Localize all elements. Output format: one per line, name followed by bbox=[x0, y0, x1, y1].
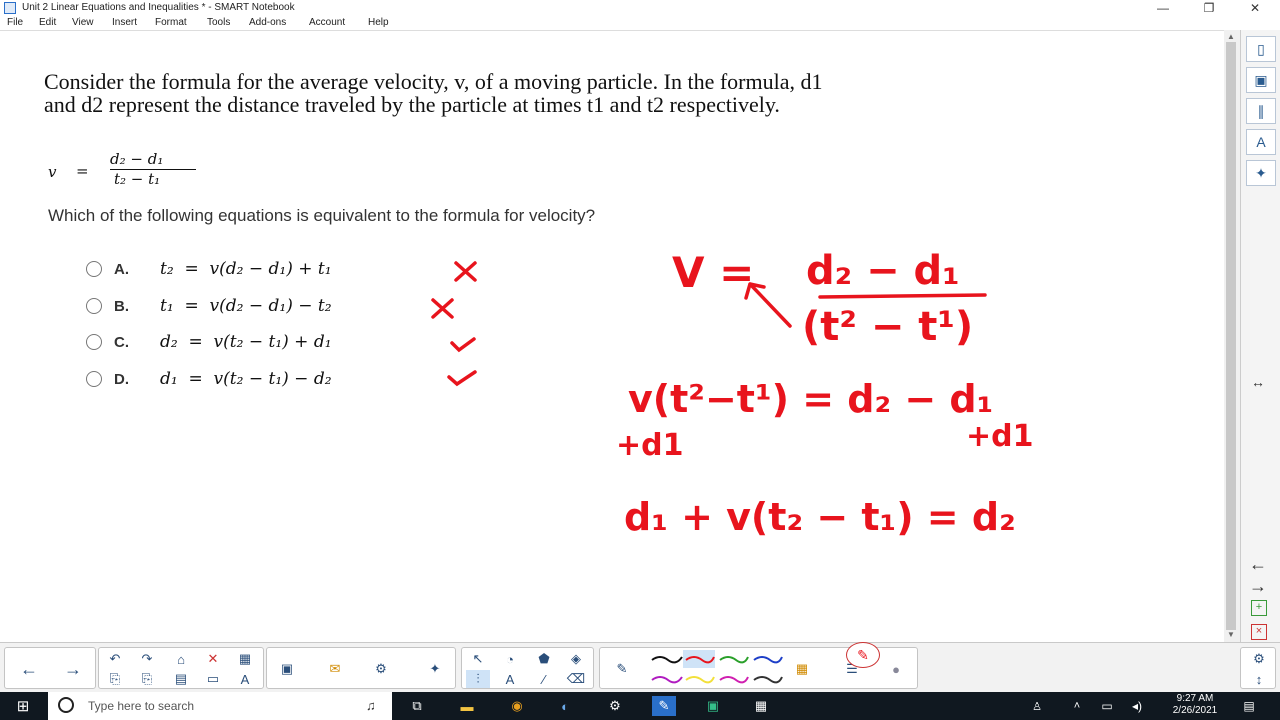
toolbar-settings-group: ⚙ ↕ bbox=[1240, 647, 1276, 689]
addons-icon[interactable]: ✦ bbox=[1246, 160, 1276, 186]
edit-group: ↶ ↷ ⌂ ✕ ▦ ⎘ ⎘ ▤ ▭ A bbox=[98, 647, 264, 689]
select-icon[interactable]: ↖ bbox=[466, 650, 490, 668]
ink-line-3: d₁ + v(t₂ − t₁) = d₂ bbox=[624, 495, 1016, 539]
eraser-icon[interactable]: ⌫ bbox=[564, 670, 588, 688]
magic-pen-icon[interactable]: ✎ bbox=[846, 642, 880, 668]
add-page-icon[interactable]: ⎘ bbox=[103, 670, 127, 688]
windows-taskbar: ⊞ Type here to search ♫ ⧉ ▬ ◉ ◐ ⚙ ✎ ▣ ▦ … bbox=[0, 692, 1280, 720]
ink-add-right: +d1 bbox=[966, 419, 1034, 454]
toolbar-position-icon[interactable]: ↕ bbox=[1247, 670, 1271, 688]
clock-time: 9:27 AM bbox=[1176, 693, 1214, 704]
x-mark-icon bbox=[454, 261, 477, 282]
pen-color-swatches[interactable] bbox=[648, 648, 808, 688]
search-placeholder: Type here to search bbox=[88, 699, 195, 713]
network-icon[interactable]: ▭ bbox=[1096, 696, 1118, 716]
people-icon[interactable]: ♙ bbox=[1026, 696, 1048, 716]
taskbar-search[interactable]: Type here to search ♫ bbox=[48, 692, 392, 720]
page-sorter-icon[interactable]: ▯ bbox=[1246, 36, 1276, 62]
paint-bucket-icon[interactable]: ◈ bbox=[564, 650, 588, 668]
gallery-icon[interactable]: ▣ bbox=[1246, 67, 1276, 93]
undo-icon[interactable]: ↶ bbox=[103, 650, 127, 668]
scroll-up-icon[interactable]: ▲ bbox=[1227, 32, 1235, 41]
ink-denominator: (t² − t¹) bbox=[802, 304, 973, 350]
screen-shade-icon[interactable]: ▭ bbox=[201, 670, 225, 688]
settings-icon[interactable]: ⚙ bbox=[604, 696, 626, 716]
clock-date: 2/26/2021 bbox=[1172, 705, 1218, 716]
select-tools-group: ↖ ◔ ⬟ ◈ ⫶ A ⁄ ⌫ bbox=[461, 647, 594, 689]
search-icon bbox=[58, 697, 74, 713]
fraction-line-ink bbox=[818, 293, 987, 299]
next-page-icon[interactable]: → bbox=[1249, 576, 1267, 597]
screen-capture-icon[interactable]: ▣ bbox=[275, 660, 299, 678]
insert-group: ▣ ✉ ⚙ ✦ bbox=[266, 647, 456, 689]
document-camera-icon[interactable]: ⚙ bbox=[369, 660, 393, 678]
ink-numerator: d₂ − d₁ bbox=[806, 248, 960, 294]
redo-icon[interactable]: ↷ bbox=[135, 650, 159, 668]
scroll-thumb[interactable] bbox=[1226, 42, 1236, 630]
ink-line-2: v(t²−t¹) = d₂ − d₁ bbox=[628, 377, 993, 421]
meeting-app-icon[interactable]: ▣ bbox=[702, 696, 724, 716]
fill-effects-icon[interactable]: ● bbox=[884, 660, 908, 678]
text-size-icon[interactable]: A bbox=[233, 670, 257, 688]
calculator-icon[interactable]: ▦ bbox=[750, 696, 772, 716]
gear-icon[interactable]: ⚙ bbox=[1247, 650, 1271, 668]
resize-arrows-icon[interactable]: ↔ bbox=[1251, 374, 1265, 390]
scroll-down-icon[interactable]: ▼ bbox=[1227, 630, 1235, 639]
text-icon[interactable]: A bbox=[498, 670, 522, 688]
attachments-icon[interactable]: ∥ bbox=[1246, 98, 1276, 124]
color-palette-icon[interactable]: ▦ bbox=[790, 660, 814, 678]
side-tabs: ▯ ▣ ∥ A ✦ ↔ ← → + × bbox=[1240, 30, 1280, 642]
shapes-icon[interactable]: ◔ bbox=[498, 650, 522, 668]
app-icon[interactable]: ◐ bbox=[554, 696, 576, 716]
ink-layer: V = d₂ − d₁ (t² − t¹) v(t²−t¹) = d₂ − d₁… bbox=[431, 248, 1034, 539]
vertical-scrollbar[interactable]: ▲ ▼ bbox=[1224, 30, 1240, 642]
addons-icon[interactable]: ✦ bbox=[423, 660, 447, 678]
add-page-icon[interactable]: + bbox=[1251, 600, 1267, 616]
properties-icon[interactable]: A bbox=[1246, 129, 1276, 155]
check-mark-icon bbox=[450, 337, 476, 353]
previous-page-icon[interactable]: ← bbox=[1249, 554, 1267, 575]
pen-tools-icon[interactable]: ⫶ bbox=[466, 670, 490, 688]
fill-icon[interactable]: ⬟ bbox=[532, 650, 556, 668]
windows-start-icon[interactable]: ⊞ bbox=[12, 696, 34, 716]
nav-group: ← → bbox=[4, 647, 96, 689]
line-icon[interactable]: ⁄ bbox=[532, 670, 556, 688]
notifications-icon[interactable]: ▤ bbox=[1238, 696, 1260, 716]
delete-page-icon[interactable]: × bbox=[1251, 624, 1267, 640]
ink-v-equals: V = bbox=[672, 248, 754, 297]
delete-page-icon[interactable]: ⎘ bbox=[135, 670, 159, 688]
save-icon[interactable]: ▤ bbox=[169, 670, 193, 688]
x-mark-icon bbox=[431, 298, 454, 319]
task-view-icon[interactable]: ⧉ bbox=[406, 696, 428, 716]
chrome-icon[interactable]: ◉ bbox=[506, 696, 528, 716]
open-icon[interactable]: ⌂ bbox=[169, 650, 193, 668]
next-page-icon[interactable]: → bbox=[61, 659, 85, 679]
file-explorer-icon[interactable]: ▬ bbox=[456, 696, 478, 716]
chevron-up-icon[interactable]: ˄ bbox=[1066, 696, 1088, 716]
clock[interactable]: 9:27 AM 2/26/2021 bbox=[1160, 693, 1230, 717]
response-icon[interactable]: ✉ bbox=[323, 660, 347, 678]
smart-notebook-taskbar-icon[interactable]: ✎ bbox=[652, 696, 676, 716]
microphone-icon[interactable]: ♫ bbox=[366, 698, 376, 713]
check-mark-icon bbox=[447, 370, 477, 387]
pen-styles-group: ✎ ▦ ☰ ● ✎ bbox=[599, 642, 918, 689]
volume-icon[interactable]: ◂) bbox=[1126, 696, 1148, 716]
previous-page-icon[interactable]: ← bbox=[17, 659, 41, 679]
delete-icon[interactable]: ✕ bbox=[201, 650, 225, 668]
pen-icon[interactable]: ✎ bbox=[610, 660, 634, 678]
table-icon[interactable]: ▦ bbox=[233, 650, 257, 668]
ink-add-left: +d1 bbox=[616, 428, 684, 463]
tools-toolbar: ← → ↶ ↷ ⌂ ✕ ▦ ⎘ ⎘ ▤ ▭ A ▣ ✉ ⚙ ✦ ↖ ◔ ⬟ ◈ … bbox=[0, 642, 1280, 692]
